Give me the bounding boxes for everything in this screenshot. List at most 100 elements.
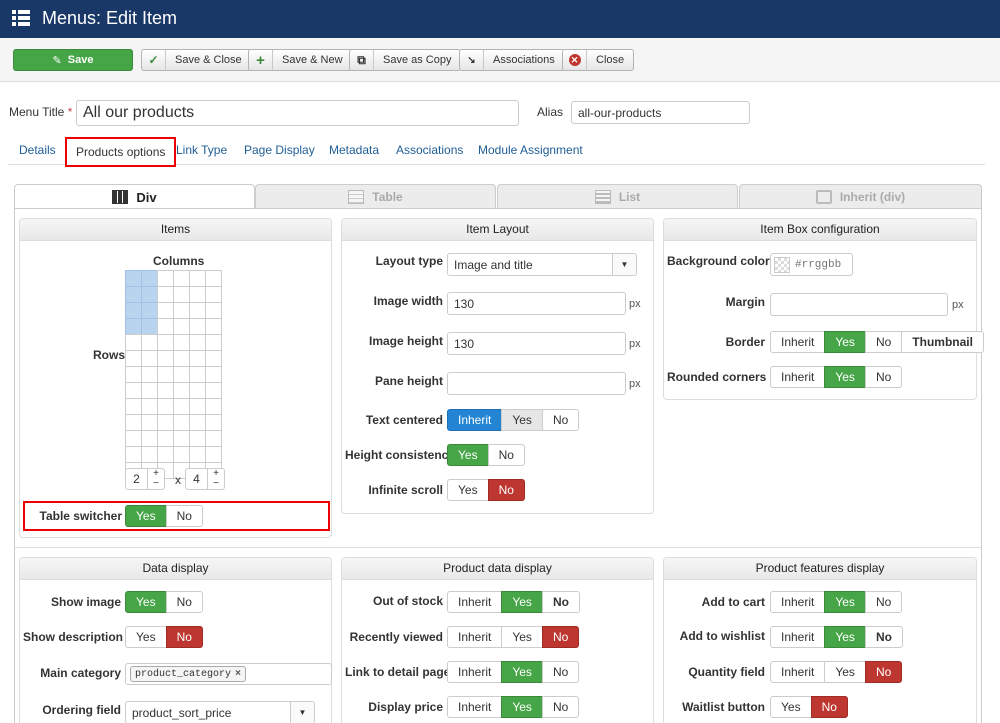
grid-cell[interactable] (141, 270, 158, 287)
grid-cell[interactable] (141, 334, 158, 351)
grid-cell[interactable] (157, 302, 174, 319)
grid-cell[interactable] (189, 334, 206, 351)
tab-link-type[interactable]: Link Type (176, 137, 227, 165)
grid-cell[interactable] (205, 398, 222, 415)
close-button[interactable]: ✕ Close (562, 49, 635, 71)
grid-cell[interactable] (125, 430, 142, 447)
grid-cell[interactable] (173, 302, 190, 319)
tab-module-assignment[interactable]: Module Assignment (478, 137, 583, 165)
height-consistency-toggle[interactable]: Yes No (447, 444, 525, 466)
grid-cell[interactable] (173, 334, 190, 351)
grid-cell[interactable] (157, 270, 174, 287)
grid-cell[interactable] (125, 350, 142, 367)
pane-height-input[interactable] (447, 372, 626, 395)
margin-input[interactable] (770, 293, 948, 316)
grid-cell[interactable] (173, 446, 190, 463)
grid-cell[interactable] (125, 334, 142, 351)
text-centered-toggle[interactable]: Inherit Yes No (447, 409, 580, 431)
view-tab-div[interactable]: Div (14, 184, 255, 209)
grid-cell[interactable] (173, 350, 190, 367)
grid-cell[interactable] (125, 302, 142, 319)
grid-cell[interactable] (125, 382, 142, 399)
grid-cell[interactable] (157, 446, 174, 463)
tab-products-options[interactable]: Products options (65, 137, 177, 167)
grid-cell[interactable] (189, 398, 206, 415)
grid-cell[interactable] (157, 398, 174, 415)
grid-cell[interactable] (141, 398, 158, 415)
add-to-wishlist-toggle[interactable]: Inherit Yes No (770, 626, 903, 648)
grid-cell[interactable] (205, 414, 222, 431)
tab-page-display[interactable]: Page Display (244, 137, 315, 165)
grid-cell[interactable] (173, 286, 190, 303)
grid-cell[interactable] (189, 318, 206, 335)
waitlist-button-toggle[interactable]: Yes No (770, 696, 848, 718)
save-as-copy-button[interactable]: ⧉ Save as Copy (349, 49, 462, 71)
grid-cell[interactable] (157, 366, 174, 383)
grid-cell[interactable] (205, 334, 222, 351)
grid-cell[interactable] (189, 414, 206, 431)
rounded-corners-toggle[interactable]: Inherit Yes No (770, 366, 903, 388)
grid-cell[interactable] (173, 270, 190, 287)
grid-cell[interactable] (141, 286, 158, 303)
show-image-toggle[interactable]: Yes No (125, 591, 203, 613)
grid-cell[interactable] (189, 382, 206, 399)
grid-cell[interactable] (157, 414, 174, 431)
grid-cell[interactable] (141, 318, 158, 335)
grid-cell[interactable] (205, 430, 222, 447)
grid-cell[interactable] (189, 430, 206, 447)
main-category-input[interactable]: product_category × (125, 663, 332, 685)
grid-cell[interactable] (205, 302, 222, 319)
tab-metadata[interactable]: Metadata (329, 137, 379, 165)
view-tab-table[interactable]: Table (255, 184, 496, 208)
grid-cell[interactable] (157, 430, 174, 447)
tab-associations[interactable]: Associations (396, 137, 463, 165)
recently-viewed-toggle[interactable]: Inherit Yes No (447, 626, 580, 648)
save-new-button[interactable]: + Save & New (248, 49, 353, 71)
grid-cell[interactable] (157, 286, 174, 303)
add-to-cart-toggle[interactable]: Inherit Yes No (770, 591, 903, 613)
remove-icon[interactable]: × (235, 669, 241, 680)
layout-type-select[interactable]: Image and title ▼ (447, 253, 637, 276)
grid-cell[interactable] (125, 286, 142, 303)
grid-cell[interactable] (125, 398, 142, 415)
grid-cell[interactable] (189, 286, 206, 303)
grid-cell[interactable] (173, 414, 190, 431)
menu-title-input[interactable]: All our products (76, 100, 519, 126)
columns-stepper[interactable]: 2 + − (125, 468, 165, 490)
tab-details[interactable]: Details (19, 137, 56, 165)
out-of-stock-toggle[interactable]: Inherit Yes No (447, 591, 580, 613)
image-width-input[interactable]: 130 (447, 292, 626, 315)
infinite-scroll-toggle[interactable]: Yes No (447, 479, 525, 501)
grid-cell[interactable] (141, 350, 158, 367)
alias-input[interactable]: all-our-products (571, 101, 750, 124)
grid-cell[interactable] (189, 446, 206, 463)
grid-cell[interactable] (125, 446, 142, 463)
grid-cell[interactable] (189, 302, 206, 319)
associations-button[interactable]: ↘ Associations (459, 49, 565, 71)
grid-cell[interactable] (141, 382, 158, 399)
ordering-field-select[interactable]: product_sort_price ▼ (125, 701, 315, 723)
grid-cell[interactable] (205, 382, 222, 399)
grid-cell[interactable] (173, 366, 190, 383)
grid-cell[interactable] (157, 334, 174, 351)
items-grid-selector[interactable] (125, 270, 222, 479)
grid-cell[interactable] (173, 430, 190, 447)
grid-cell[interactable] (141, 366, 158, 383)
grid-cell[interactable] (205, 446, 222, 463)
grid-cell[interactable] (189, 270, 206, 287)
grid-cell[interactable] (189, 350, 206, 367)
display-price-toggle[interactable]: Inherit Yes No (447, 696, 580, 718)
table-switcher-toggle[interactable]: Yes No (125, 505, 203, 527)
grid-cell[interactable] (141, 446, 158, 463)
border-toggle[interactable]: Inherit Yes No Thumbnail (770, 331, 984, 353)
grid-cell[interactable] (157, 382, 174, 399)
quantity-field-toggle[interactable]: Inherit Yes No (770, 661, 903, 683)
view-tab-inherit[interactable]: Inherit (div) (739, 184, 982, 208)
grid-cell[interactable] (141, 302, 158, 319)
grid-cell[interactable] (125, 414, 142, 431)
rows-stepper[interactable]: 4 + − (185, 468, 225, 490)
grid-cell[interactable] (157, 350, 174, 367)
view-tab-list[interactable]: List (497, 184, 738, 208)
grid-cell[interactable] (205, 270, 222, 287)
grid-cell[interactable] (205, 318, 222, 335)
